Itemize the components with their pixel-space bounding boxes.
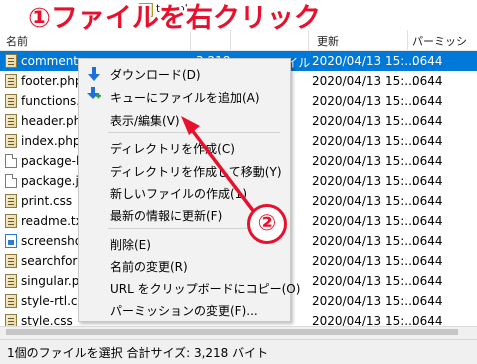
annotation-arrow [181,116,256,214]
annotation-step-circle: ② [247,204,287,244]
